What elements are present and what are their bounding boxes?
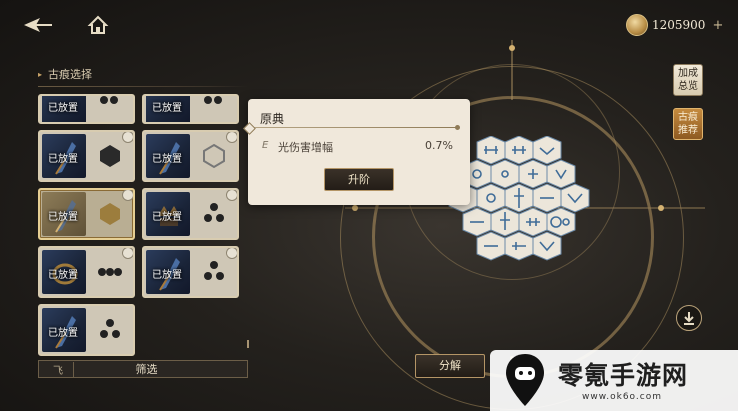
trace-card[interactable]: 已放置: [142, 130, 239, 182]
hex-shape-icon: [100, 145, 120, 167]
placed-label: 已放置: [48, 328, 78, 339]
trace-card[interactable]: 已放置: [142, 246, 239, 298]
trace-card[interactable]: 已放置: [142, 188, 239, 240]
trace-card-selected[interactable]: 已放置: [38, 188, 135, 240]
trace-detail-popup: 原典 E 光伤害增幅 0.7% 升阶: [248, 99, 470, 205]
triangle-dots-icon: [204, 203, 224, 222]
lock-icon: [226, 132, 237, 143]
panel-divider: [38, 86, 248, 87]
triangle-dots-icon: [100, 319, 120, 338]
trace-card[interactable]: 已放置: [142, 94, 239, 124]
panel-title: 古痕选择: [48, 68, 93, 81]
home-icon[interactable]: [86, 14, 110, 36]
placed-label: 已放置: [152, 154, 182, 165]
stat-icon: E: [262, 140, 269, 151]
scrollbar[interactable]: [247, 340, 249, 348]
trace-card[interactable]: 已放置: [38, 94, 135, 124]
lock-icon: [122, 248, 133, 259]
bonus-overview-button[interactable]: 加成 总览: [673, 64, 703, 96]
filter-icon: 飞: [53, 361, 74, 377]
watermark-logo: 零氪手游网 www.ok6o.com: [490, 350, 738, 411]
placed-label: 已放置: [152, 103, 182, 114]
watermark-text: 零氪手游网: [558, 361, 689, 390]
currency-display: 1205900 +: [626, 14, 723, 36]
currency-amount: 1205900: [652, 18, 706, 32]
trace-card[interactable]: 已放置: [38, 304, 135, 356]
popup-divider: [248, 125, 460, 130]
add-currency-button[interactable]: +: [712, 18, 723, 33]
filter-label: 筛选: [135, 363, 158, 376]
map-pin-icon: [506, 354, 544, 406]
lock-icon: [122, 190, 133, 201]
dots-shape-icon: [100, 96, 118, 104]
placed-label: 已放置: [48, 212, 78, 223]
download-icon[interactable]: [676, 305, 702, 331]
panel-header: ▸ 古痕选择: [38, 64, 248, 84]
popup-title: 原典: [260, 112, 285, 126]
placed-label: 已放置: [48, 270, 78, 281]
placed-label: 已放置: [152, 270, 182, 281]
header-marker-icon: ▸: [38, 69, 43, 79]
top-bar: 1205900 +: [0, 0, 738, 50]
filter-bar[interactable]: 飞 筛选: [38, 360, 248, 378]
lock-icon: [122, 132, 133, 143]
dots-shape-icon: [204, 96, 222, 104]
trace-card[interactable]: 已放置: [38, 246, 135, 298]
recommend-button[interactable]: 古痕 推荐: [673, 108, 703, 140]
stat-name: 光伤害增幅: [278, 141, 333, 154]
hex-shape-icon: [100, 203, 120, 225]
placed-label: 已放置: [152, 212, 182, 223]
trace-card[interactable]: 已放置: [38, 130, 135, 182]
decompose-button[interactable]: 分解: [415, 354, 485, 378]
placed-label: 已放置: [48, 103, 78, 114]
lock-icon: [226, 248, 237, 259]
upgrade-button[interactable]: 升阶: [324, 168, 394, 191]
stat-value: 0.7%: [425, 139, 453, 152]
watermark-url: www.ok6o.com: [582, 392, 662, 402]
placed-label: 已放置: [48, 154, 78, 165]
back-arrow-icon[interactable]: [22, 14, 54, 36]
triangle-dots-icon: [204, 261, 224, 280]
three-dots-icon: [98, 268, 122, 276]
lock-icon: [226, 190, 237, 201]
hex-shape-icon: [203, 143, 225, 169]
coin-icon: [626, 14, 648, 36]
